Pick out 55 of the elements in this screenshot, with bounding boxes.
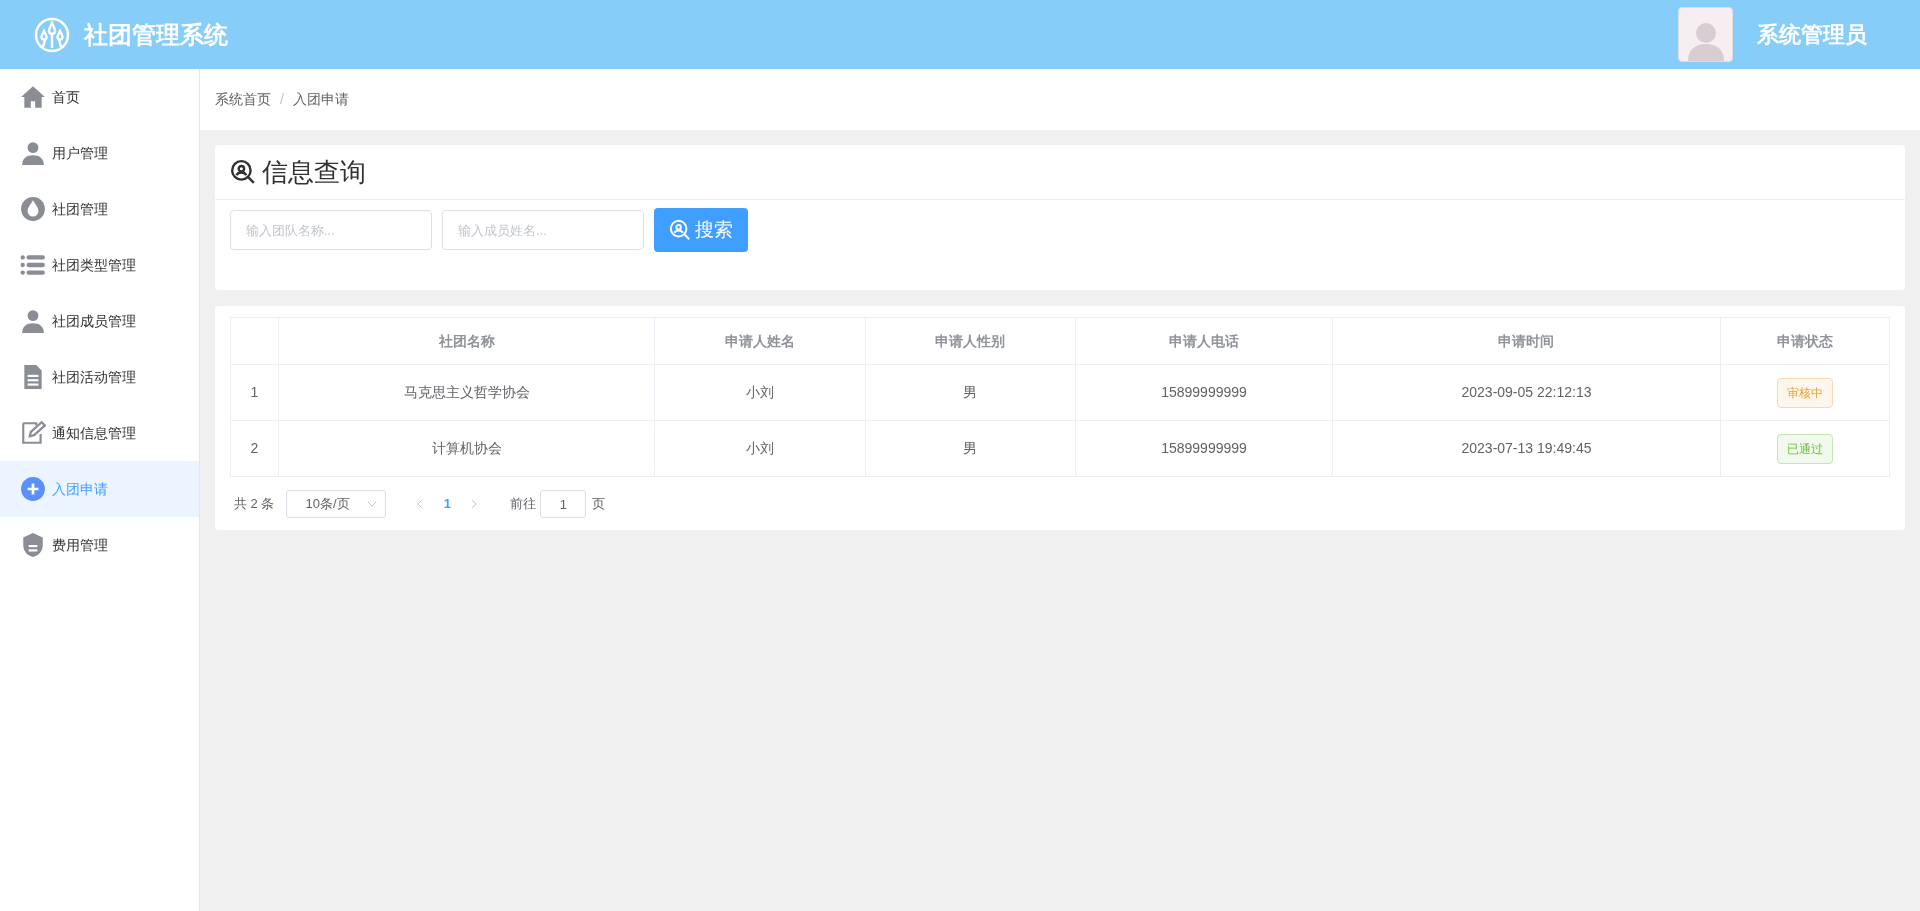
column-header: 申请人性别 (865, 317, 1076, 365)
search-field[interactable]: 输入团队名称... (230, 210, 432, 250)
shield-icon (20, 532, 46, 558)
table-cell: 小刘 (654, 364, 866, 421)
avatar[interactable] (1678, 7, 1733, 62)
list-icon (20, 252, 46, 278)
table-cell: 男 (865, 420, 1076, 477)
table-cell: 2023-07-13 19:49:45 (1332, 420, 1721, 477)
sidebar-item[interactable]: 社团管理 (0, 181, 199, 237)
column-header: 申请状态 (1720, 317, 1890, 365)
table-cell: 计算机协会 (278, 420, 655, 477)
breadcrumb-separator: / (280, 90, 284, 109)
column-header: 申请人姓名 (654, 317, 866, 365)
sidebar-item[interactable]: 用户管理 (0, 125, 199, 181)
status-tag: 审核中 (1777, 377, 1834, 408)
page-size-select[interactable]: 10条/页 (286, 490, 387, 518)
chevron-right-icon (470, 499, 479, 509)
table-cell: 1 (230, 364, 279, 421)
goto-suffix: 页 (592, 495, 606, 514)
column-header: 社团名称 (278, 317, 655, 365)
app-title: 社团管理系统 (84, 19, 228, 50)
table-cell: 15899999999 (1075, 364, 1333, 421)
sidebar-item[interactable]: 社团类型管理 (0, 237, 199, 293)
status-tag: 已通过 (1777, 433, 1834, 464)
sidebar-item[interactable]: 首页 (0, 69, 199, 125)
search-icon (669, 219, 691, 241)
plus-circle-icon (20, 476, 46, 502)
chevron-down-icon (367, 499, 378, 509)
goto-page-field[interactable]: 1 (540, 490, 587, 518)
card-title: 信息查询 (262, 155, 366, 189)
table-cell: 小刘 (654, 420, 866, 477)
table-cell: 2 (230, 420, 279, 477)
person-icon (20, 140, 46, 166)
house-icon (20, 84, 46, 110)
drop-icon (20, 196, 46, 222)
person-icon (20, 308, 46, 334)
table-cell: 马克思主义哲学协会 (278, 364, 655, 421)
chevron-left-icon (416, 499, 425, 509)
column-header: 申请时间 (1332, 317, 1721, 365)
sidebar-item[interactable]: 费用管理 (0, 517, 199, 573)
edit-icon (20, 420, 46, 446)
logo-icon (34, 16, 70, 53)
table-cell: 15899999999 (1075, 420, 1333, 477)
search-field[interactable]: 输入成员姓名... (442, 210, 644, 250)
table-cell: 2023-09-05 22:12:13 (1332, 364, 1721, 421)
total-count: 共 2 条 (234, 495, 275, 514)
breadcrumb-link[interactable]: 入团申请 (292, 89, 349, 110)
table-cell: 男 (865, 364, 1076, 421)
sidebar-item[interactable]: 通知信息管理 (0, 405, 199, 461)
sidebar-item[interactable]: 社团成员管理 (0, 293, 199, 349)
sidebar-item[interactable]: 社团活动管理 (0, 349, 199, 405)
search-icon (230, 159, 256, 185)
breadcrumb-link[interactable]: 系统首页 (215, 89, 271, 110)
goto-label: 前往 (510, 495, 537, 514)
column-header: 申请人电话 (1075, 317, 1333, 365)
